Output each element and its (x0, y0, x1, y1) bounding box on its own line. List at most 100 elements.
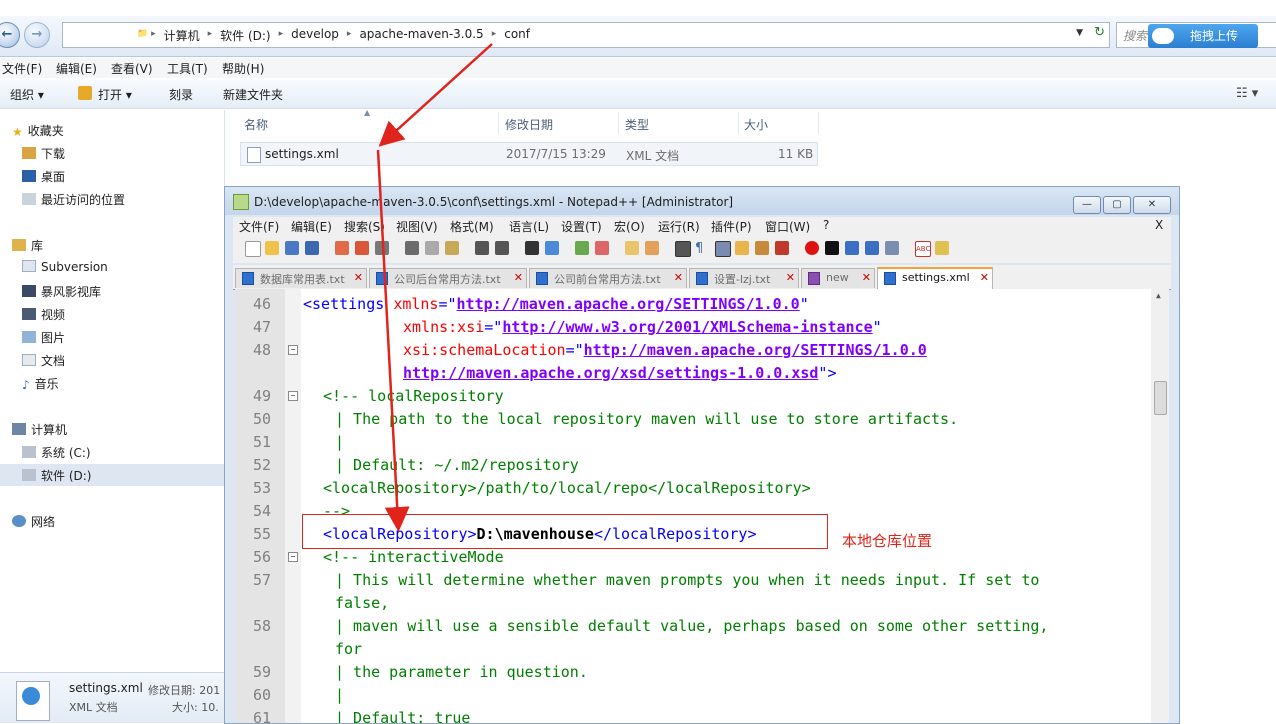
nav-favorites[interactable]: ★ 收藏夹 (12, 122, 64, 139)
save-macro-icon[interactable] (885, 241, 899, 255)
nav-computer[interactable]: 计算机 (12, 421, 67, 438)
column-header-type[interactable]: 类型 (625, 116, 649, 133)
play-macro-icon[interactable] (845, 241, 859, 255)
close-file-icon[interactable] (335, 241, 349, 255)
word-wrap-icon[interactable] (675, 241, 691, 257)
npp-menu-plugins[interactable]: 插件(P) (711, 218, 752, 235)
tab-new[interactable]: new ✕ (801, 268, 875, 288)
scroll-thumb[interactable] (1154, 381, 1167, 415)
close-all-icon[interactable] (355, 241, 369, 255)
menu-help[interactable]: 帮助(H) (222, 60, 264, 77)
breadcrumb-drive-d[interactable]: 软件 (D:) (212, 27, 278, 44)
dropdown-arrow-icon[interactable]: ▼ (1076, 28, 1083, 38)
close-tab-icon[interactable]: ✕ (862, 271, 871, 284)
tab-backend-methods[interactable]: 公司后台常用方法.txt ✕ (369, 268, 527, 288)
new-file-icon[interactable] (245, 241, 261, 257)
npp-menu-edit[interactable]: 编辑(E) (291, 218, 332, 235)
zoom-out-icon[interactable] (595, 241, 609, 255)
breadcrumb-computer[interactable]: 计算机 (156, 27, 208, 44)
npp-menu-run[interactable]: 运行(R) (658, 218, 700, 235)
npp-menu-format[interactable]: 格式(M) (450, 218, 494, 235)
function-list-icon[interactable] (775, 241, 789, 255)
cut-icon[interactable] (405, 241, 419, 255)
npp-menu-macro[interactable]: 宏(O) (614, 218, 645, 235)
close-document-button[interactable]: X (1155, 218, 1163, 232)
undo-icon[interactable] (475, 241, 489, 255)
nav-subversion[interactable]: Subversion (22, 260, 108, 274)
file-row-settings[interactable]: settings.xml 2017/7/15 13:29 XML 文档 11 K… (240, 142, 818, 166)
xml-url-value[interactable]: http://www.w3.org/2001/XMLSchema-instanc… (502, 318, 872, 336)
code-editor[interactable]: 46 47 48 49 50 51 52 53 54 55 56 57 58 5… (235, 289, 1169, 723)
close-tab-icon[interactable]: ✕ (674, 271, 683, 284)
xml-url-value[interactable]: http://maven.apache.org/SETTINGS/1.0.0 (457, 295, 800, 313)
refresh-icon[interactable]: ↻ (1094, 25, 1105, 40)
close-tab-icon[interactable]: ✕ (786, 271, 795, 284)
fold-toggle-icon[interactable]: − (288, 552, 298, 562)
nav-videos[interactable]: 视频 (22, 306, 65, 323)
open-button[interactable]: 打开 ▾ (98, 86, 132, 103)
nav-baofeng[interactable]: 暴风影视库 (22, 283, 101, 300)
print-icon[interactable] (375, 241, 389, 255)
scroll-up-icon[interactable]: ▲ (1156, 291, 1161, 300)
view-options-icon[interactable]: ☷ ▾ (1236, 86, 1258, 101)
save-icon[interactable] (285, 241, 299, 255)
address-box[interactable]: 📁 ▸ 计算机 ▸ 软件 (D:) ▸ develop ▸ apache-maven-… (62, 22, 1110, 48)
column-divider[interactable] (818, 112, 819, 134)
xml-url-value[interactable]: http://maven.apache.org/SETTINGS/1.0.0 (584, 341, 927, 359)
user-lang-icon[interactable] (735, 241, 749, 255)
copy-icon[interactable] (425, 241, 439, 255)
breadcrumb-conf[interactable]: conf (496, 27, 538, 44)
breadcrumb-develop[interactable]: develop (283, 27, 347, 44)
organize-button[interactable]: 组织 ▾ (10, 86, 44, 103)
new-folder-button[interactable]: 新建文件夹 (223, 86, 283, 103)
nav-desktop[interactable]: 桌面 (22, 168, 65, 185)
nav-music[interactable]: ♪ 音乐 (22, 375, 59, 392)
column-divider[interactable] (618, 112, 619, 134)
fold-toggle-icon[interactable]: − (288, 345, 298, 355)
vertical-scrollbar[interactable]: ▲ (1151, 289, 1169, 723)
tab-frontend-methods[interactable]: 公司前台常用方法.txt ✕ (529, 268, 687, 288)
nav-recent[interactable]: 最近访问的位置 (22, 191, 125, 208)
sync-horizontal-icon[interactable] (645, 241, 659, 255)
npp-menu-help[interactable]: ? (823, 218, 829, 232)
replace-icon[interactable] (545, 241, 559, 255)
npp-menu-file[interactable]: 文件(F) (239, 218, 279, 235)
minimize-button[interactable]: — (1073, 196, 1101, 214)
nav-drive-c[interactable]: 系统 (C:) (22, 444, 91, 461)
record-macro-icon[interactable] (805, 241, 819, 255)
tab-settings-lzj[interactable]: 设置-lzj.txt ✕ (689, 268, 799, 288)
nav-network[interactable]: 网络 (12, 513, 55, 530)
menu-view[interactable]: 查看(V) (111, 60, 153, 77)
open-file-icon[interactable] (265, 241, 279, 255)
menu-edit[interactable]: 编辑(E) (56, 60, 97, 77)
menu-file[interactable]: 文件(F) (2, 60, 42, 77)
close-tab-icon[interactable]: ✕ (354, 271, 363, 284)
nav-drive-d[interactable]: 软件 (D:) (22, 467, 91, 484)
column-header-size[interactable]: 大小 (744, 116, 768, 133)
back-button[interactable]: ← (0, 22, 20, 48)
indent-guide-icon[interactable] (715, 241, 731, 257)
maximize-button[interactable]: ▢ (1103, 196, 1131, 214)
spellcheck-icon[interactable]: ABC (915, 241, 931, 257)
npp-menu-language[interactable]: 语言(L) (509, 218, 549, 235)
npp-menu-settings[interactable]: 设置(T) (561, 218, 602, 235)
redo-icon[interactable] (495, 241, 509, 255)
tab-db-tables[interactable]: 数据库常用表.txt ✕ (235, 268, 367, 288)
nav-downloads[interactable]: 下载 (22, 145, 65, 162)
column-header-date[interactable]: 修改日期 (505, 116, 553, 133)
npp-menu-view[interactable]: 视图(V) (396, 218, 438, 235)
menu-tools[interactable]: 工具(T) (167, 60, 208, 77)
tab-settings-xml[interactable]: settings.xml ✕ (877, 267, 993, 289)
notepad-titlebar[interactable]: D:\develop\apache-maven-3.0.5\conf\setti… (225, 187, 1179, 215)
forward-button[interactable]: → (24, 22, 50, 48)
zoom-in-icon[interactable] (575, 241, 589, 255)
nav-library[interactable]: 库 (12, 237, 43, 254)
fold-toggle-icon[interactable]: − (288, 391, 298, 401)
column-header-name[interactable]: 名称 (244, 116, 268, 133)
paste-icon[interactable] (445, 241, 459, 255)
doc-map-icon[interactable] (755, 241, 769, 255)
npp-menu-search[interactable]: 搜索(S) (344, 218, 385, 235)
plugin-icon[interactable] (935, 241, 949, 255)
nav-pictures[interactable]: 图片 (22, 329, 65, 346)
save-all-icon[interactable] (305, 241, 319, 255)
